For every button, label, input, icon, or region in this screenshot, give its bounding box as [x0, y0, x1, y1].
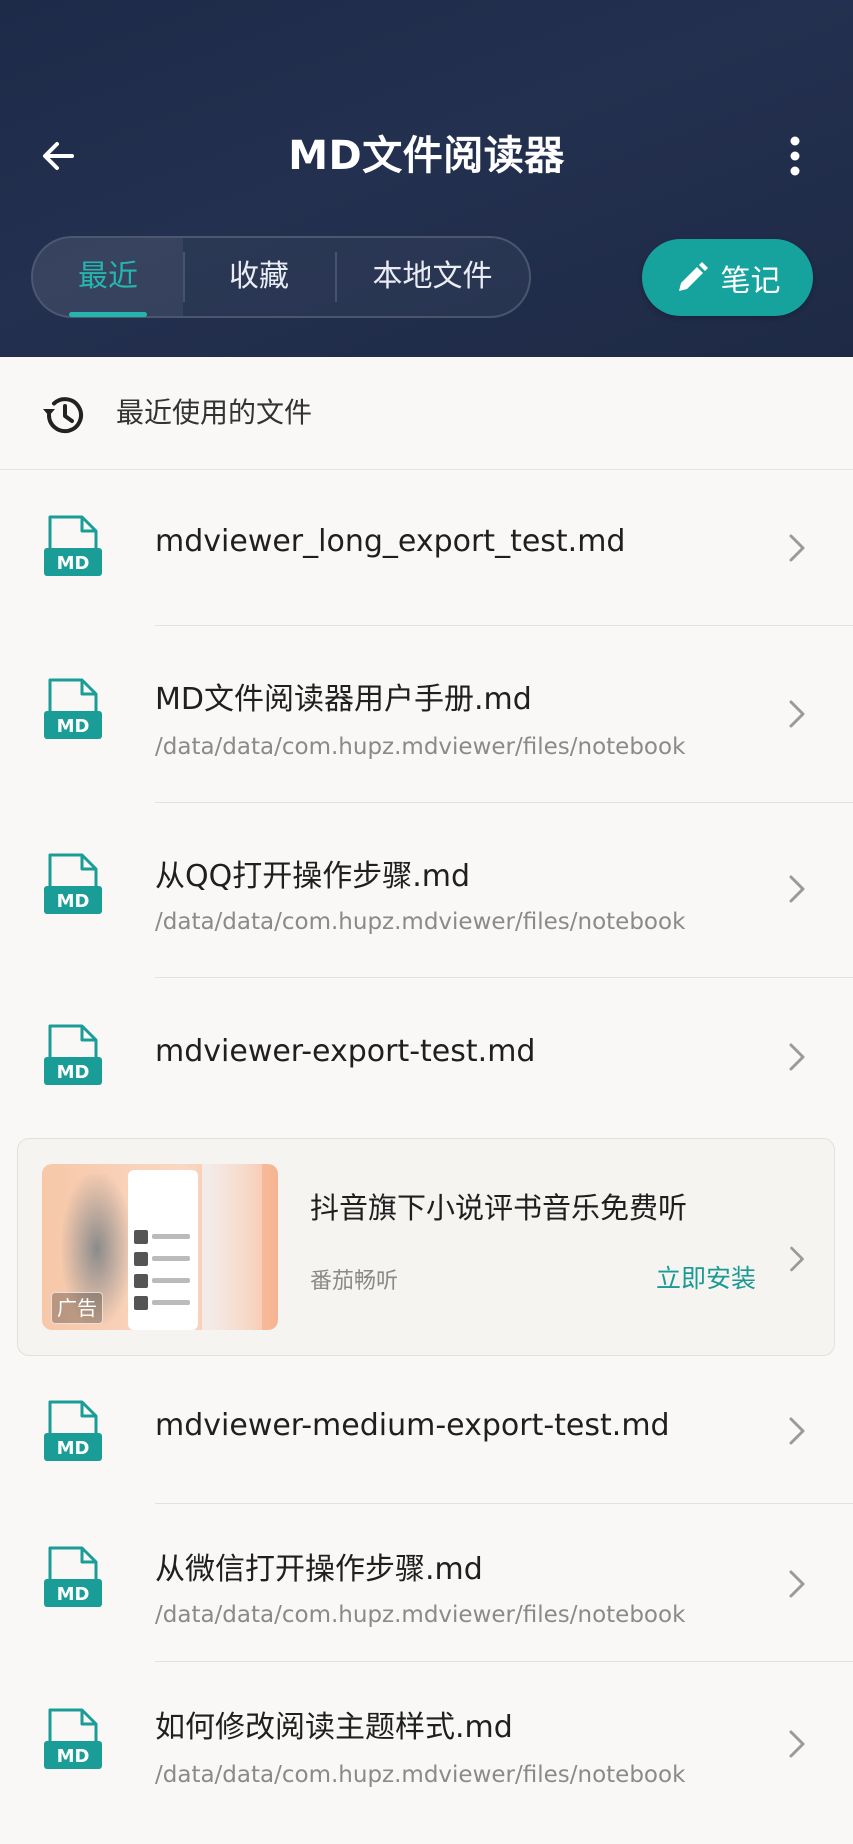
more-vertical-icon: [790, 136, 800, 176]
ad-mock-thumb: [134, 1230, 148, 1244]
chevron-right-icon: [789, 1570, 805, 1598]
section-title: 最近使用的文件: [116, 396, 313, 429]
chevron-right-icon: [789, 1730, 805, 1758]
file-path: /data/data/com.hupz.mdviewer/files/noteb…: [155, 909, 686, 935]
md-file-icon: MD: [44, 853, 102, 914]
tab-favorites[interactable]: 收藏: [183, 238, 335, 316]
ad-title: 抖音旗下小说评书音乐免费听: [310, 1191, 688, 1225]
md-file-icon-label: MD: [57, 553, 90, 574]
md-file-icon: MD: [44, 1546, 102, 1607]
app-header: MD文件阅读器 最近 收藏 本地文件 笔记: [0, 0, 853, 357]
file-name: mdviewer-export-test.md: [155, 1034, 536, 1069]
file-row[interactable]: MD 从QQ打开操作步骤.md /data/data/com.hupz.mdvi…: [0, 803, 853, 978]
tab-local-files[interactable]: 本地文件: [336, 238, 529, 316]
md-file-icon-label: MD: [57, 1746, 90, 1767]
file-name: mdviewer-medium-export-test.md: [155, 1408, 670, 1443]
ad-mock-thumb: [134, 1252, 148, 1266]
ad-thumbnail-blur: [202, 1164, 262, 1330]
chevron-right-icon: [789, 1043, 805, 1071]
file-row[interactable]: MD mdviewer_long_export_test.md: [0, 470, 853, 626]
recent-files-heading: 最近使用的文件: [0, 357, 853, 470]
pencil-icon: [678, 261, 708, 291]
md-file-icon: MD: [44, 1024, 102, 1085]
ad-thumbnail: 广告: [42, 1164, 278, 1330]
md-file-icon-label: MD: [57, 1438, 90, 1459]
page-title: MD文件阅读器: [288, 133, 565, 179]
ad-install-button[interactable]: 立即安装: [656, 1259, 756, 1295]
chevron-right-icon: [789, 534, 805, 562]
file-path: /data/data/com.hupz.mdviewer/files/noteb…: [155, 1602, 686, 1628]
ad-source: 番茄畅听: [310, 1269, 399, 1294]
file-path: /data/data/com.hupz.mdviewer/files/noteb…: [155, 1762, 686, 1788]
active-tab-indicator: [69, 312, 147, 317]
more-options-button[interactable]: [775, 128, 815, 184]
file-name: mdviewer_long_export_test.md: [155, 524, 626, 559]
chevron-right-icon: [789, 875, 805, 903]
tab-local-files-label: 本地文件: [372, 259, 493, 294]
ad-mock-thumb: [134, 1296, 148, 1310]
file-name: 从微信打开操作步骤.md: [155, 1552, 483, 1587]
tab-favorites-label: 收藏: [229, 259, 289, 294]
ad-mock-thumb: [134, 1274, 148, 1288]
tab-recent[interactable]: 最近: [33, 238, 183, 317]
ad-mock-line: [152, 1278, 190, 1283]
md-file-icon: MD: [44, 1400, 102, 1461]
chevron-right-icon: [789, 1417, 805, 1445]
file-row[interactable]: MD mdviewer-export-test.md: [0, 978, 853, 1138]
ad-mock-line: [152, 1300, 190, 1305]
md-file-icon-label: MD: [57, 1062, 90, 1083]
ad-mock-line: [152, 1234, 190, 1239]
tab-bar: 最近 收藏 本地文件: [31, 236, 531, 318]
md-file-icon-label: MD: [57, 891, 90, 912]
md-file-icon: MD: [44, 1708, 102, 1769]
file-path: /data/data/com.hupz.mdviewer/files/noteb…: [155, 734, 686, 760]
md-file-icon-label: MD: [57, 716, 90, 737]
ad-card[interactable]: 广告 抖音旗下小说评书音乐免费听 番茄畅听 立即安装: [17, 1138, 835, 1356]
md-file-icon: MD: [44, 515, 102, 576]
md-file-icon: MD: [44, 678, 102, 739]
tab-recent-label: 最近: [78, 259, 138, 294]
chevron-right-icon: [789, 700, 805, 728]
ad-phone-mockup: [128, 1170, 198, 1330]
file-row[interactable]: MD 从微信打开操作步骤.md /data/data/com.hupz.mdvi…: [0, 1504, 853, 1662]
file-row[interactable]: MD mdviewer-medium-export-test.md: [0, 1356, 853, 1504]
file-name: 如何修改阅读主题样式.md: [155, 1710, 513, 1745]
file-name: MD文件阅读器用户手册.md: [155, 682, 532, 717]
file-row[interactable]: MD MD文件阅读器用户手册.md /data/data/com.hupz.md…: [0, 626, 853, 803]
file-row[interactable]: MD 如何修改阅读主题样式.md /data/data/com.hupz.mdv…: [0, 1662, 853, 1832]
ad-badge: 广告: [51, 1292, 103, 1324]
file-name: 从QQ打开操作步骤.md: [155, 859, 471, 894]
history-icon: [43, 397, 83, 434]
notes-button[interactable]: 笔记: [642, 239, 813, 316]
md-file-icon-label: MD: [57, 1584, 90, 1605]
chevron-right-icon: [790, 1246, 804, 1272]
notes-button-label: 笔记: [720, 263, 781, 299]
ad-mock-line: [152, 1256, 190, 1261]
